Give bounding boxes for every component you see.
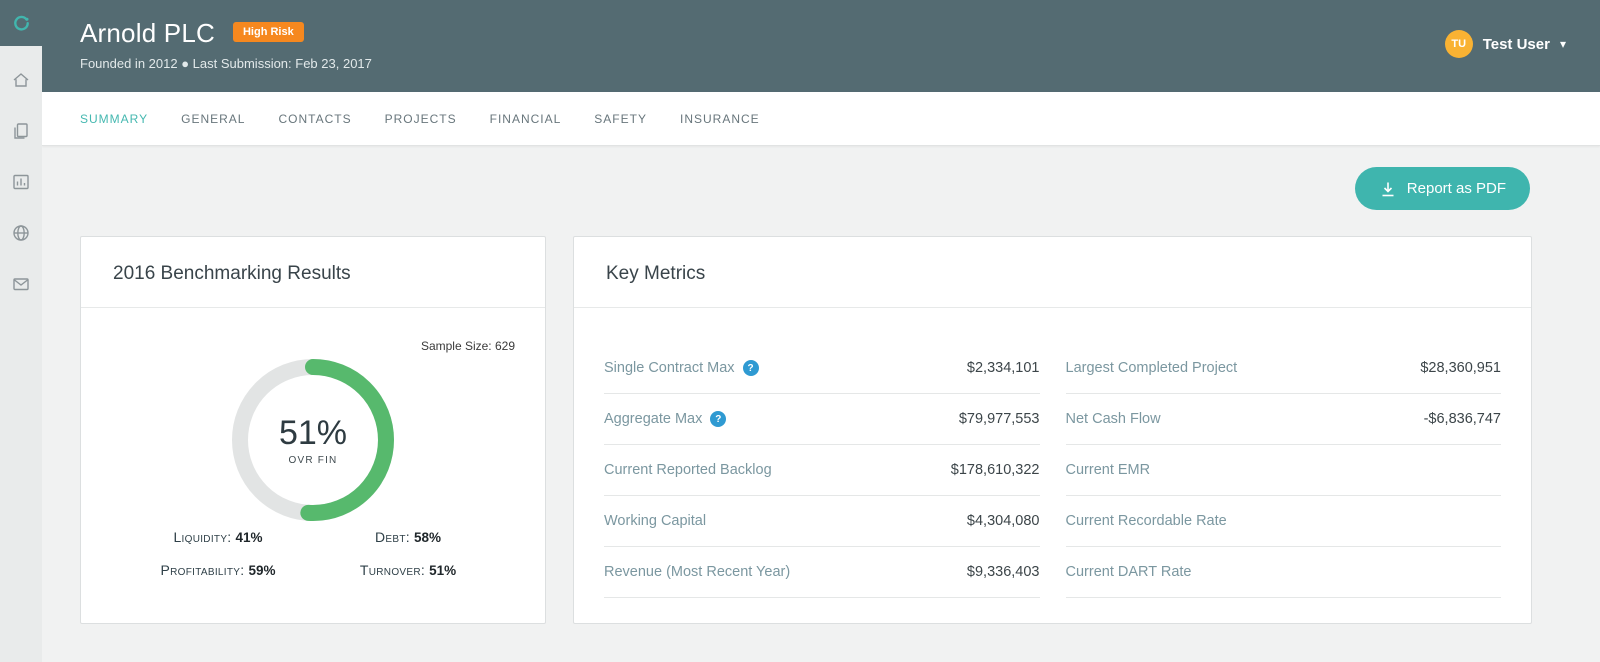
key-metrics-card: Key Metrics Single Contract Max ? $2,334… bbox=[573, 236, 1532, 624]
metric-label-text: Single Contract Max bbox=[604, 360, 735, 376]
tab-contacts[interactable]: CONTACTS bbox=[278, 112, 351, 126]
metric-value: $9,336,403 bbox=[966, 564, 1040, 580]
metric-row-current-emr: Current EMR bbox=[1065, 445, 1501, 496]
metric-label: Single Contract Max ? bbox=[604, 360, 759, 376]
user-menu[interactable]: TU Test User ▾ bbox=[1444, 30, 1566, 58]
sidebar-item-messages[interactable] bbox=[0, 258, 42, 309]
tab-summary[interactable]: SUMMARY bbox=[80, 112, 148, 126]
metric-label: Current Recordable Rate bbox=[1065, 513, 1227, 529]
metric-label: Current DART Rate bbox=[1065, 564, 1192, 580]
sidebar bbox=[0, 0, 42, 662]
app-logo-icon bbox=[14, 15, 29, 31]
sidebar-nav bbox=[0, 54, 42, 309]
stat-turnover: Turnover: 51% bbox=[359, 562, 457, 578]
avatar: TU bbox=[1444, 30, 1473, 58]
metric-label: Aggregate Max ? bbox=[604, 411, 727, 427]
sidebar-item-benchmarks[interactable] bbox=[0, 156, 42, 207]
metric-label: Revenue (Most Recent Year) bbox=[604, 564, 791, 580]
metric-row-working-capital: Working Capital $4,304,080 bbox=[604, 496, 1040, 547]
company-name: Arnold PLC bbox=[80, 18, 215, 48]
chevron-down-icon: ▾ bbox=[1559, 37, 1566, 51]
report-pdf-label: Report as PDF bbox=[1406, 180, 1506, 197]
donut-percent: 51% bbox=[278, 414, 348, 452]
donut-sublabel: OVR FIN bbox=[288, 455, 338, 466]
tab-projects[interactable]: PROJECTS bbox=[385, 112, 457, 126]
benchmark-stats: Liquidity: 41% Debt: 58% Profitability: 59%… bbox=[81, 529, 545, 580]
metric-row-revenue: Revenue (Most Recent Year) $9,336,403 bbox=[604, 547, 1040, 598]
help-icon[interactable]: ? bbox=[710, 411, 727, 427]
key-metrics-title: Key Metrics bbox=[574, 237, 1531, 308]
metric-row-aggregate-max: Aggregate Max ? $79,977,553 bbox=[604, 394, 1040, 445]
metric-label: Largest Completed Project bbox=[1065, 360, 1238, 376]
globe-icon bbox=[13, 224, 29, 241]
metric-row-largest-completed-project: Largest Completed Project $28,360,951 bbox=[1065, 343, 1501, 394]
key-metrics-grid: Single Contract Max ? $2,334,101 Aggrega… bbox=[604, 343, 1501, 598]
metric-value: $28,360,951 bbox=[1420, 360, 1501, 376]
risk-badge: High Risk bbox=[232, 21, 304, 42]
metric-row-current-dart-rate: Current DART Rate bbox=[1065, 547, 1501, 598]
key-metrics-left-column: Single Contract Max ? $2,334,101 Aggrega… bbox=[604, 343, 1040, 598]
metric-row-current-recordable-rate: Current Recordable Rate bbox=[1065, 496, 1501, 547]
metric-label: Current EMR bbox=[1065, 462, 1151, 478]
bar-chart-icon bbox=[13, 174, 29, 189]
stat-profitability: Profitability: 59% bbox=[160, 562, 276, 578]
metric-row-single-contract-max: Single Contract Max ? $2,334,101 bbox=[604, 343, 1040, 394]
download-icon bbox=[1382, 182, 1394, 196]
metric-label: Net Cash Flow bbox=[1065, 411, 1161, 427]
app-logo[interactable] bbox=[0, 0, 42, 46]
main-content: Report as PDF 2016 Benchmarking Results … bbox=[42, 146, 1600, 662]
metric-value: $2,334,101 bbox=[966, 360, 1040, 376]
benchmarking-title: 2016 Benchmarking Results bbox=[81, 237, 545, 308]
metric-row-current-reported-backlog: Current Reported Backlog $178,610,322 bbox=[604, 445, 1040, 496]
benchmark-donut-chart: 51% OVR FIN bbox=[231, 358, 395, 522]
tab-insurance[interactable]: INSURANCE bbox=[680, 112, 760, 126]
stat-debt: Debt: 58% bbox=[375, 529, 441, 545]
metric-value: -$6,836,747 bbox=[1423, 411, 1501, 427]
tab-safety[interactable]: SAFETY bbox=[594, 112, 647, 126]
stat-liquidity: Liquidity: 41% bbox=[173, 529, 263, 545]
report-pdf-button[interactable]: Report as PDF bbox=[1354, 167, 1530, 210]
documents-icon bbox=[14, 122, 28, 139]
help-icon[interactable]: ? bbox=[742, 360, 759, 376]
metric-label: Current Reported Backlog bbox=[604, 462, 772, 478]
metric-row-net-cash-flow: Net Cash Flow -$6,836,747 bbox=[1065, 394, 1501, 445]
donut-center: 51% OVR FIN bbox=[231, 358, 395, 522]
sidebar-item-documents[interactable] bbox=[0, 105, 42, 156]
sidebar-item-home[interactable] bbox=[0, 54, 42, 105]
metric-value: $4,304,080 bbox=[966, 513, 1040, 529]
header: Arnold PLC High Risk Founded in 2012 ● L… bbox=[42, 0, 1600, 92]
metric-label: Working Capital bbox=[604, 513, 707, 529]
header-subtitle: Founded in 2012 ● Last Submission: Feb 2… bbox=[80, 56, 372, 71]
user-name: Test User bbox=[1482, 35, 1550, 53]
key-metrics-right-column: Largest Completed Project $28,360,951 Ne… bbox=[1065, 343, 1501, 598]
mail-icon bbox=[13, 277, 29, 290]
home-icon bbox=[13, 72, 29, 87]
metric-value: $178,610,322 bbox=[950, 462, 1040, 478]
sample-size: Sample Size: 629 bbox=[420, 339, 515, 353]
tab-financial[interactable]: FINANCIAL bbox=[490, 112, 562, 126]
benchmarking-card: 2016 Benchmarking Results Sample Size: 6… bbox=[80, 236, 546, 624]
sidebar-item-network[interactable] bbox=[0, 207, 42, 258]
metric-label-text: Aggregate Max bbox=[604, 411, 703, 427]
metric-value: $79,977,553 bbox=[958, 411, 1040, 427]
tab-general[interactable]: GENERAL bbox=[181, 112, 245, 126]
tab-bar: SUMMARY GENERAL CONTACTS PROJECTS FINANC… bbox=[42, 92, 1600, 146]
